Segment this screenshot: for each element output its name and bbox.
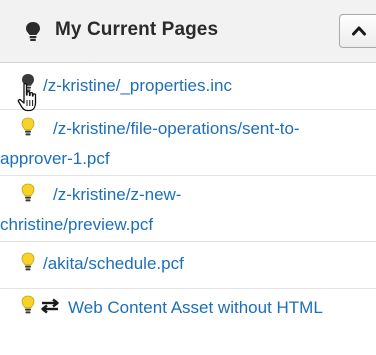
chevron-up-icon: [352, 26, 366, 36]
page-link[interactable]: /z-kristine/_properties.inc: [43, 76, 232, 95]
list-item[interactable]: /akita/schedule.pcf: [0, 242, 376, 289]
page-link[interactable]: /akita/schedule.pcf: [43, 254, 184, 273]
my-current-pages-panel: My Current Pages /z-kristine/_properties…: [0, 0, 376, 349]
panel-header: My Current Pages: [0, 0, 376, 63]
list-item[interactable]: Web Content Asset without HTML: [0, 289, 376, 355]
page-link[interactable]: /z-kristine/z-new-christine/preview.pcf: [0, 185, 181, 234]
list-item[interactable]: /z-kristine/_properties.inc: [0, 63, 376, 110]
page-link[interactable]: Web Content Asset without HTML: [68, 298, 323, 317]
collapse-button[interactable]: [339, 14, 376, 48]
bulb-off-icon: [26, 22, 40, 41]
list-item[interactable]: /z-kristine/file-operations/sent-to-appr…: [0, 110, 376, 176]
page-link[interactable]: /z-kristine/file-operations/sent-to-appr…: [0, 119, 300, 168]
panel-title: My Current Pages: [55, 19, 219, 40]
list-item[interactable]: /z-kristine/z-new-christine/preview.pcf: [0, 176, 376, 242]
